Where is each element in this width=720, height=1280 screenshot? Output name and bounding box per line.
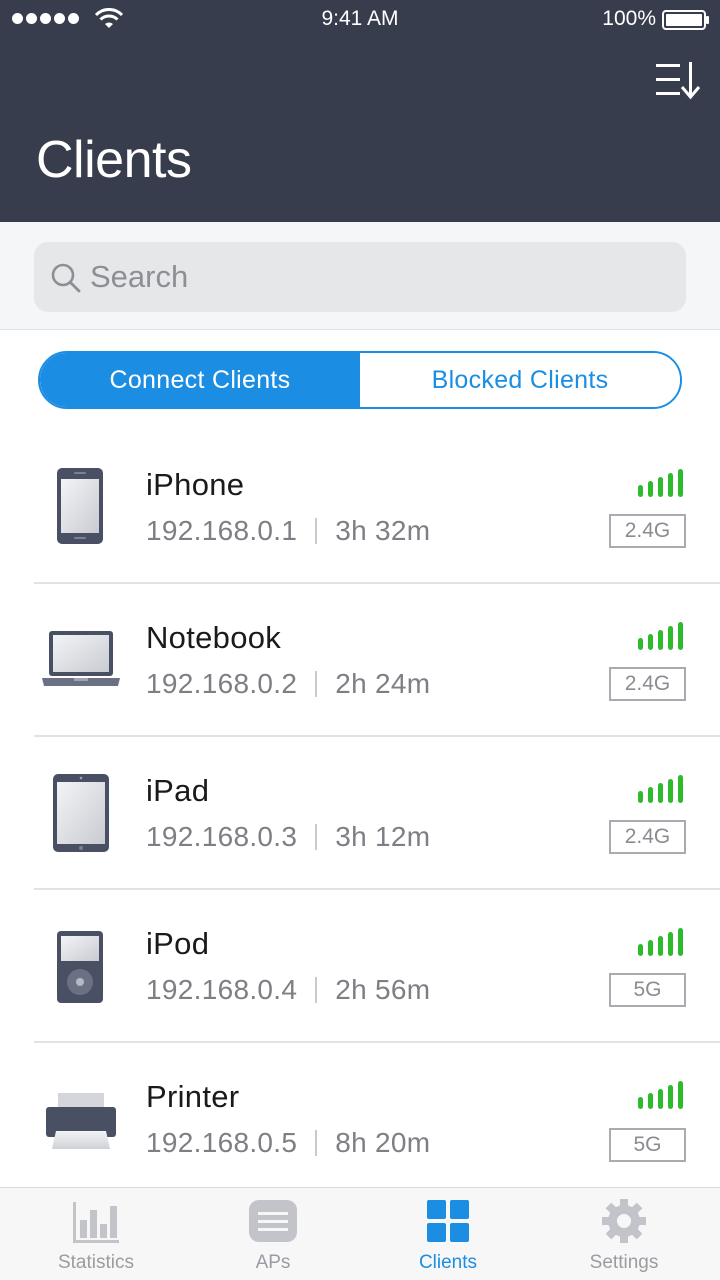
search-input[interactable] [90, 242, 670, 312]
client-details: 192.168.0.2 2h 24m [146, 668, 430, 700]
client-details: 192.168.0.1 3h 32m [146, 515, 430, 547]
client-details: 192.168.0.5 8h 20m [146, 1127, 430, 1159]
gear-icon [602, 1199, 646, 1243]
client-row-notebook[interactable]: Notebook 192.168.0.2 2h 24m 2.4G [0, 584, 720, 737]
tab-aps[interactable]: APs [183, 1188, 363, 1280]
client-name: iPod [146, 926, 210, 961]
client-ip: 192.168.0.2 [146, 668, 298, 699]
music-player-icon [57, 931, 103, 1003]
tab-clients[interactable]: Clients [358, 1188, 538, 1280]
signal-strength-icon [638, 775, 683, 803]
laptop-icon [42, 631, 120, 686]
access-point-icon [249, 1200, 297, 1242]
client-ip: 192.168.0.4 [146, 974, 298, 1005]
client-row-ipod[interactable]: iPod 192.168.0.4 2h 56m 5G [0, 890, 720, 1043]
status-bar: 9:41 AM 100% [0, 0, 720, 40]
separator [315, 977, 318, 1003]
client-name: iPhone [146, 467, 245, 502]
client-duration: 8h 20m [335, 1127, 431, 1158]
tab-label: Settings [589, 1252, 659, 1273]
client-name: iPad [146, 773, 210, 808]
client-ip: 192.168.0.3 [146, 821, 298, 852]
grid-icon [427, 1200, 469, 1242]
tab-label: APs [255, 1252, 291, 1273]
client-filter-segmented-control: Connect Clients Blocked Clients [38, 351, 682, 409]
search-icon [51, 263, 81, 293]
battery-icon [662, 10, 709, 30]
separator [315, 671, 318, 697]
segment-connect-clients[interactable]: Connect Clients [40, 353, 360, 407]
band-badge: 2.4G [609, 820, 686, 854]
tablet-icon [53, 774, 109, 852]
band-badge: 5G [609, 973, 686, 1007]
search-box[interactable] [34, 242, 686, 312]
client-row-ipad[interactable]: iPad 192.168.0.3 3h 12m 2.4G [0, 737, 720, 890]
client-name: Notebook [146, 620, 282, 655]
band-badge: 2.4G [609, 514, 686, 548]
client-duration: 2h 24m [335, 668, 431, 699]
band-badge: 5G [609, 1128, 686, 1162]
client-duration: 2h 56m [335, 974, 431, 1005]
client-ip: 192.168.0.1 [146, 515, 298, 546]
signal-strength-icon [638, 469, 683, 497]
client-row-iphone[interactable]: iPhone 192.168.0.1 3h 32m 2.4G [0, 431, 720, 584]
bar-chart-icon [73, 1202, 119, 1243]
client-duration: 3h 32m [335, 515, 431, 546]
client-row-printer[interactable]: Printer 192.168.0.5 8h 20m 5G [0, 1043, 720, 1196]
segment-blocked-clients[interactable]: Blocked Clients [360, 353, 680, 407]
tab-statistics[interactable]: Statistics [6, 1188, 186, 1280]
separator [315, 1130, 318, 1156]
page-title: Clients [36, 131, 192, 189]
client-name: Printer [146, 1079, 240, 1114]
client-ip: 192.168.0.5 [146, 1127, 298, 1158]
sort-descending-icon[interactable] [656, 60, 702, 100]
app-header: 9:41 AM 100% Clients [0, 0, 720, 222]
separator [315, 824, 318, 850]
client-duration: 3h 12m [335, 821, 431, 852]
tab-label: Clients [418, 1252, 478, 1273]
separator [315, 518, 318, 544]
printer-icon [46, 1093, 116, 1149]
client-details: 192.168.0.4 2h 56m [146, 974, 430, 1006]
client-details: 192.168.0.3 3h 12m [146, 821, 430, 853]
signal-strength-icon [638, 928, 683, 956]
signal-strength-icon [638, 622, 683, 650]
tab-label: Statistics [57, 1252, 135, 1273]
tab-bar: Statistics APs Clients Settings [0, 1187, 720, 1280]
battery-percentage: 100% [602, 7, 656, 30]
band-badge: 2.4G [609, 667, 686, 701]
signal-strength-icon [638, 1081, 683, 1109]
phone-icon [57, 468, 103, 544]
tab-settings[interactable]: Settings [534, 1188, 714, 1280]
search-bar-container [0, 222, 720, 330]
